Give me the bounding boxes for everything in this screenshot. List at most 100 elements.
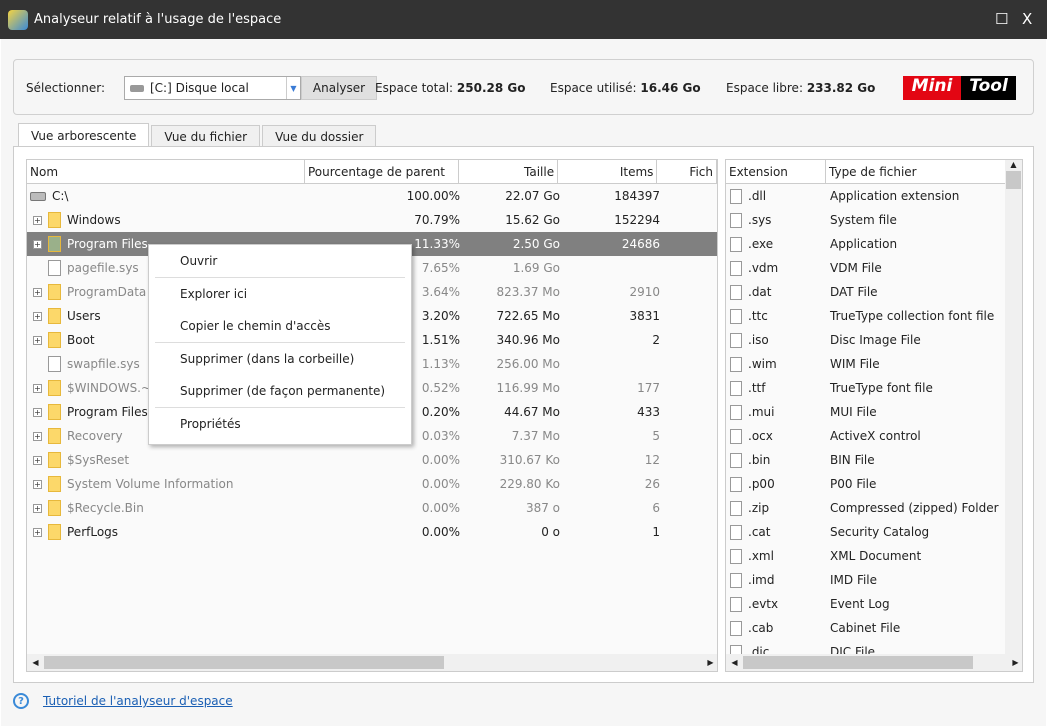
expand-icon[interactable]: + <box>33 503 42 513</box>
file-type-icon <box>730 212 742 228</box>
expand-icon[interactable]: + <box>33 287 42 297</box>
table-row[interactable]: + System Volume Information 0.00% 229.80 Ko… <box>27 472 717 496</box>
table-row[interactable]: C:\ 100.00% 22.07 Go 184397 <box>27 184 717 208</box>
extension-row[interactable]: .ocx ActiveX control <box>726 424 1022 448</box>
file-type-cell: P00 File <box>830 477 877 491</box>
extension-row[interactable]: .imd IMD File <box>726 568 1022 592</box>
column-header[interactable]: Type de fichier <box>826 160 1006 184</box>
tab-0[interactable]: Vue arborescente <box>18 123 150 148</box>
expand-icon[interactable]: + <box>33 335 42 345</box>
tab-1[interactable]: Vue du fichier <box>151 125 261 148</box>
extension-row[interactable]: .mui MUI File <box>726 400 1022 424</box>
extension-row[interactable]: .iso Disc Image File <box>726 328 1022 352</box>
extension-row[interactable]: .dll Application extension <box>726 184 1022 208</box>
extension-name: .xml <box>748 549 774 563</box>
extension-row[interactable]: .dat DAT File <box>726 280 1022 304</box>
table-row[interactable]: + Windows 70.79% 15.62 Go 152294 <box>27 208 717 232</box>
folder-icon <box>48 380 61 396</box>
size-cell: 256.00 Mo <box>496 357 561 371</box>
drive-select[interactable]: [C:] Disque local ▼ <box>124 76 301 100</box>
horizontal-scrollbar[interactable]: ◀ ▶ <box>27 654 717 671</box>
extension-row[interactable]: .sys System file <box>726 208 1022 232</box>
total-value: 250.28 Go <box>456 81 526 95</box>
folder-icon <box>48 500 61 516</box>
extension-row[interactable]: .bin BIN File <box>726 448 1022 472</box>
expand-icon[interactable]: + <box>33 383 42 393</box>
folder-icon <box>48 308 61 324</box>
name-cell: + $Recycle.Bin <box>27 500 307 516</box>
tab-2[interactable]: Vue du dossier <box>262 125 377 148</box>
extension-name: .wim <box>748 357 777 371</box>
expand-icon[interactable]: + <box>33 239 42 249</box>
close-button[interactable]: X <box>1022 10 1032 28</box>
items-cell: 152294 <box>614 213 660 227</box>
table-row[interactable]: + $Recycle.Bin 0.00% 387 o 6 <box>27 496 717 520</box>
extension-name: .cat <box>748 525 771 539</box>
items-cell: 6 <box>652 501 660 515</box>
extension-row[interactable]: .ttc TrueType collection font file <box>726 304 1022 328</box>
extension-table: Extension Type de fichier .dll Application… <box>725 159 1023 672</box>
maximize-button[interactable]: ☐ <box>995 10 1008 28</box>
column-header[interactable]: Nom <box>27 160 305 184</box>
expand-icon[interactable]: + <box>33 407 42 417</box>
folder-icon <box>48 524 61 540</box>
free-label: Espace libre: <box>726 81 803 95</box>
extension-row[interactable]: .xml XML Document <box>726 544 1022 568</box>
menu-item[interactable]: Supprimer (dans la corbeille) <box>149 343 411 375</box>
table-row[interactable]: + $SysReset 0.00% 310.67 Ko 12 <box>27 448 717 472</box>
column-header[interactable]: Fich <box>657 160 717 184</box>
extension-row[interactable]: .cat Security Catalog <box>726 520 1022 544</box>
file-type-cell: Application <box>830 237 898 251</box>
menu-item[interactable]: Copier le chemin d'accès <box>149 310 411 342</box>
file-type-cell: System file <box>830 213 897 227</box>
horizontal-scrollbar-right[interactable]: ◀ ▶ <box>726 654 1022 671</box>
file-type-icon <box>730 332 742 348</box>
menu-item[interactable]: Supprimer (de façon permanente) <box>149 375 411 407</box>
folder-icon <box>48 212 61 228</box>
expand-icon[interactable]: + <box>33 431 42 441</box>
size-cell: 310.67 Ko <box>499 453 560 467</box>
expand-icon[interactable]: + <box>33 311 42 321</box>
column-header[interactable]: Extension <box>726 160 826 184</box>
help-icon: ? <box>13 693 29 709</box>
analyze-button[interactable]: Analyser <box>301 76 377 100</box>
menu-item[interactable]: Explorer ici <box>149 278 411 310</box>
menu-item[interactable]: Ouvrir <box>149 245 411 277</box>
vertical-scrollbar[interactable]: ▲ <box>1005 160 1022 654</box>
extension-row[interactable]: .wim WIM File <box>726 352 1022 376</box>
expand-icon[interactable]: + <box>33 479 42 489</box>
file-type-cell: XML Document <box>830 549 922 563</box>
extension-row[interactable]: .vdm VDM File <box>726 256 1022 280</box>
name-cell: + System Volume Information <box>27 476 307 492</box>
tutorial-link[interactable]: Tutoriel de l'analyseur d'espace <box>43 694 233 708</box>
file-type-icon <box>730 380 742 396</box>
column-header[interactable]: Pourcentage de parent <box>305 160 459 184</box>
column-header[interactable]: Taille <box>459 160 559 184</box>
folder-icon <box>48 236 61 252</box>
chevron-down-icon[interactable]: ▼ <box>286 77 300 99</box>
size-cell: 116.99 Mo <box>496 381 561 395</box>
extension-name: .iso <box>748 333 769 347</box>
extension-row[interactable]: .p00 P00 File <box>726 472 1022 496</box>
extension-cell: .ocx <box>726 428 826 444</box>
extension-row[interactable]: .evtx Event Log <box>726 592 1022 616</box>
file-type-cell: Security Catalog <box>830 525 930 539</box>
row-name: ProgramData <box>67 285 147 299</box>
size-cell: 2.50 Go <box>512 237 560 251</box>
menu-item[interactable]: Propriétés <box>149 408 411 440</box>
column-header[interactable]: Items <box>558 160 658 184</box>
file-type-icon <box>730 236 742 252</box>
expand-icon[interactable]: + <box>33 455 42 465</box>
size-cell: 15.62 Go <box>505 213 560 227</box>
extension-row[interactable]: .zip Compressed (zipped) Folder <box>726 496 1022 520</box>
extension-cell: .bin <box>726 452 826 468</box>
expand-icon[interactable]: + <box>33 215 42 225</box>
file-type-icon <box>730 404 742 420</box>
expand-icon[interactable]: + <box>33 527 42 537</box>
table-row[interactable]: + PerfLogs 0.00% 0 o 1 <box>27 520 717 544</box>
row-name: $WINDOWS.~ <box>67 381 152 395</box>
file-type-cell: TrueType font file <box>830 381 933 395</box>
extension-row[interactable]: .ttf TrueType font file <box>726 376 1022 400</box>
extension-row[interactable]: .exe Application <box>726 232 1022 256</box>
extension-row[interactable]: .cab Cabinet File <box>726 616 1022 640</box>
